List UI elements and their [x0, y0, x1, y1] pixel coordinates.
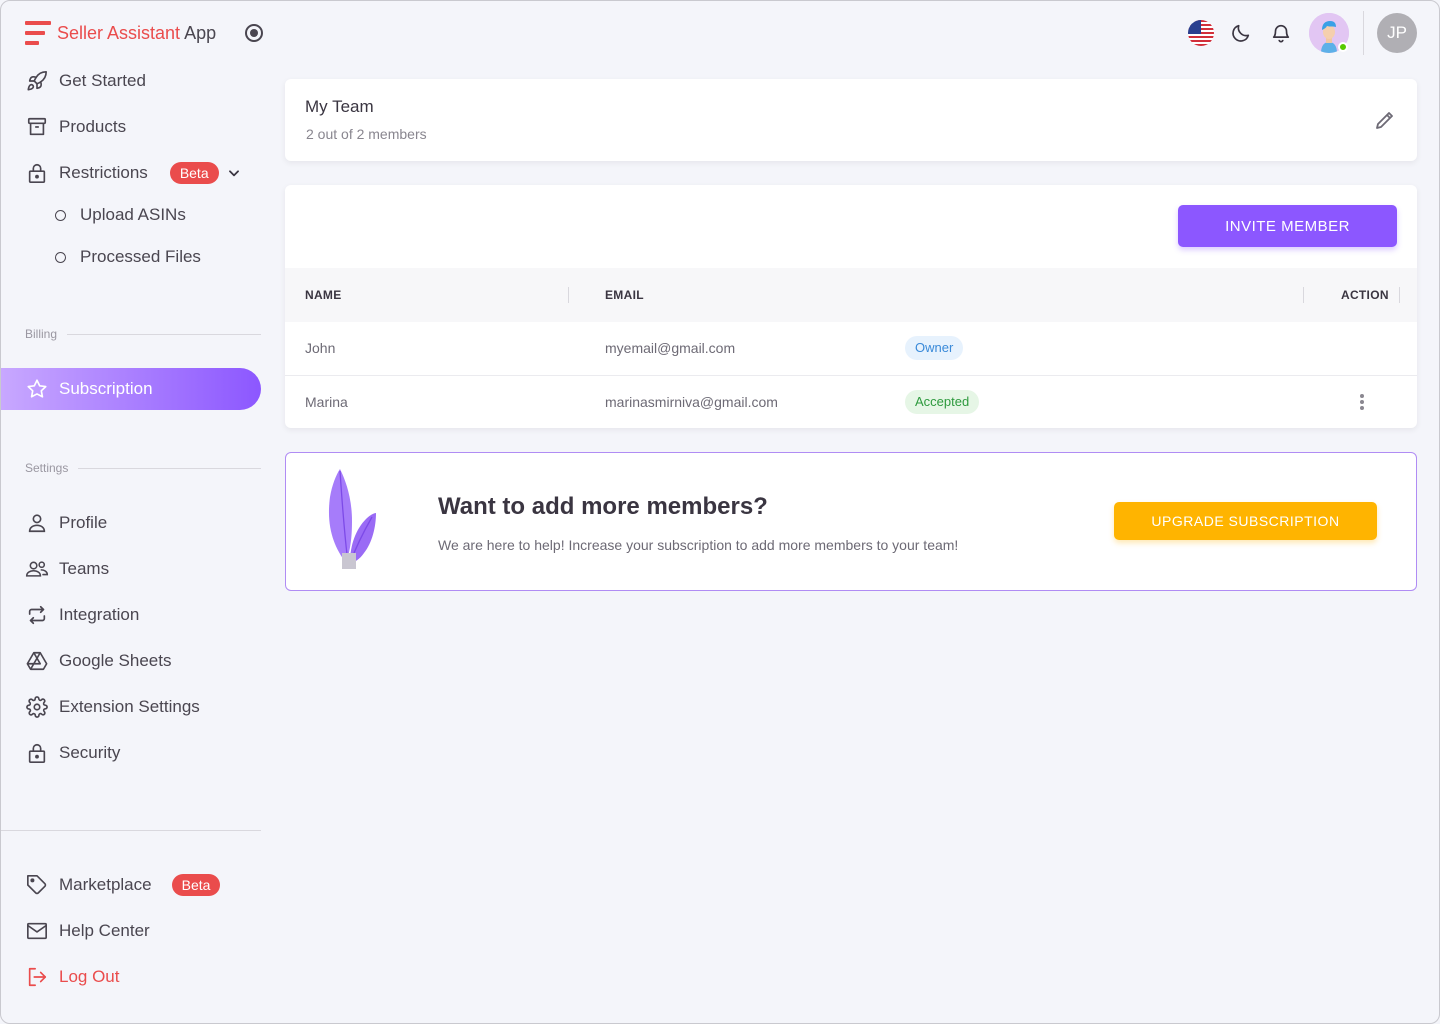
upgrade-description: We are here to help! Increase your subsc… [438, 537, 959, 553]
sidebar-item-label: Teams [59, 559, 110, 578]
us-flag-icon[interactable] [1188, 20, 1214, 46]
bell-icon[interactable] [1268, 20, 1294, 46]
sidebar-item-label: Security [59, 743, 121, 762]
brand-title-app: App [184, 22, 217, 43]
sidebar-item-security[interactable]: Security [1, 732, 261, 774]
column-separator [1399, 287, 1400, 303]
member-name: John [305, 340, 336, 356]
invite-member-button[interactable]: INVITE MEMBER [1178, 205, 1397, 247]
sidebar-item-google-sheets[interactable]: Google Sheets [1, 640, 261, 682]
team-card: My Team 2 out of 2 members [285, 79, 1417, 161]
sidebar-item-marketplace[interactable]: Marketplace Beta [1, 864, 261, 906]
rocket-icon [25, 69, 49, 93]
sidebar-item-label: Google Sheets [59, 651, 172, 670]
section-label-text: Billing [25, 327, 58, 341]
upgrade-card: Want to add more members? We are here to… [285, 452, 1417, 591]
beta-badge: Beta [171, 874, 221, 896]
brand-title: Seller Assistant App [57, 23, 216, 44]
chevron-down-icon[interactable] [227, 166, 241, 180]
sidebar-item-profile[interactable]: Profile [1, 502, 261, 544]
sidebar-item-teams[interactable]: Teams [1, 548, 261, 590]
sidebar-item-label: Processed Files [80, 247, 201, 266]
sidebar-item-label: Subscription [59, 379, 153, 398]
sidebar-item-label: Log Out [59, 967, 120, 986]
sidebar-item-restrictions[interactable]: Restrictions Beta [1, 152, 261, 194]
table-row[interactable]: Marina marinasmirniva@gmail.com Accepted [285, 375, 1417, 428]
sidebar-item-label: Get Started [59, 71, 146, 90]
star-icon [25, 377, 49, 401]
logout-icon [25, 965, 49, 989]
lock-icon [25, 741, 49, 765]
members-card: INVITE MEMBER NAME EMAIL ACTION John mye… [285, 185, 1417, 428]
sidebar-item-processed-files[interactable]: Processed Files [1, 236, 261, 278]
column-header-action[interactable]: ACTION [1341, 288, 1389, 302]
sidebar-item-label: Upload ASINs [80, 205, 186, 224]
beta-badge: Beta [169, 162, 219, 184]
sidebar: Seller Assistant App Get Started Product… [1, 1, 263, 1023]
pencil-icon[interactable] [1373, 108, 1397, 132]
column-separator [568, 287, 569, 303]
online-status-dot [1338, 42, 1348, 52]
sidebar-item-subscription[interactable]: Subscription [1, 368, 261, 410]
moon-icon[interactable] [1228, 20, 1254, 46]
tag-icon [25, 873, 49, 897]
brand-title-main: Seller Assistant [57, 22, 181, 43]
collapse-toggle-icon[interactable] [245, 24, 263, 42]
sidebar-item-label: Restrictions [59, 163, 148, 182]
section-label-settings: Settings [25, 461, 261, 475]
more-vertical-icon[interactable] [1359, 394, 1365, 412]
gear-icon [25, 695, 49, 719]
sidebar-item-logout[interactable]: Log Out [1, 956, 261, 998]
sidebar-item-label: Marketplace [59, 875, 152, 894]
sidebar-item-get-started[interactable]: Get Started [1, 60, 261, 102]
lock-icon [25, 161, 49, 185]
section-label-billing: Billing [25, 327, 261, 341]
circle-outline-icon [55, 251, 66, 263]
member-email: marinasmirniva@gmail.com [605, 394, 778, 410]
sidebar-item-integration[interactable]: Integration [1, 594, 261, 636]
mail-icon [25, 919, 49, 943]
brand[interactable]: Seller Assistant App [25, 19, 216, 47]
upgrade-title: Want to add more members? [438, 493, 768, 520]
sidebar-item-label: Help Center [59, 921, 150, 940]
plant-illustration-icon [328, 469, 376, 569]
upgrade-subscription-button[interactable]: UPGRADE SUBSCRIPTION [1114, 502, 1377, 540]
user-icon [25, 511, 49, 535]
sidebar-divider [1, 830, 261, 831]
users-icon [25, 557, 49, 581]
status-badge: Accepted [905, 390, 980, 414]
status-badge: Owner [905, 336, 964, 360]
member-email: myemail@gmail.com [605, 340, 736, 356]
sidebar-item-upload-asins[interactable]: Upload ASINs [1, 194, 261, 236]
sidebar-item-help-center[interactable]: Help Center [1, 910, 261, 952]
drive-icon [25, 649, 49, 673]
repeat-icon [25, 603, 49, 627]
sidebar-item-label: Profile [59, 513, 108, 532]
column-header-email[interactable]: EMAIL [605, 288, 644, 302]
topbar-divider [1363, 11, 1364, 55]
app-window: Seller Assistant App Get Started Product… [0, 0, 1440, 1024]
member-name: Marina [305, 394, 348, 410]
sidebar-item-extension-settings[interactable]: Extension Settings [1, 686, 261, 728]
sidebar-item-products[interactable]: Products [1, 106, 261, 148]
column-separator [1303, 287, 1304, 303]
sidebar-item-label: Integration [59, 605, 140, 624]
team-member-count: 2 out of 2 members [306, 126, 427, 142]
user-initials-avatar[interactable]: JP [1377, 13, 1417, 53]
circle-outline-icon [55, 209, 66, 221]
team-title: My Team [305, 97, 374, 116]
archive-icon [25, 115, 49, 139]
table-row[interactable]: John myemail@gmail.com Owner [285, 322, 1417, 375]
brand-logo-icon [25, 21, 51, 45]
column-header-name[interactable]: NAME [305, 288, 342, 302]
section-label-text: Settings [25, 461, 69, 475]
table-header: NAME EMAIL ACTION [285, 268, 1417, 322]
sidebar-item-label: Extension Settings [59, 697, 200, 716]
sidebar-item-label: Products [59, 117, 127, 136]
